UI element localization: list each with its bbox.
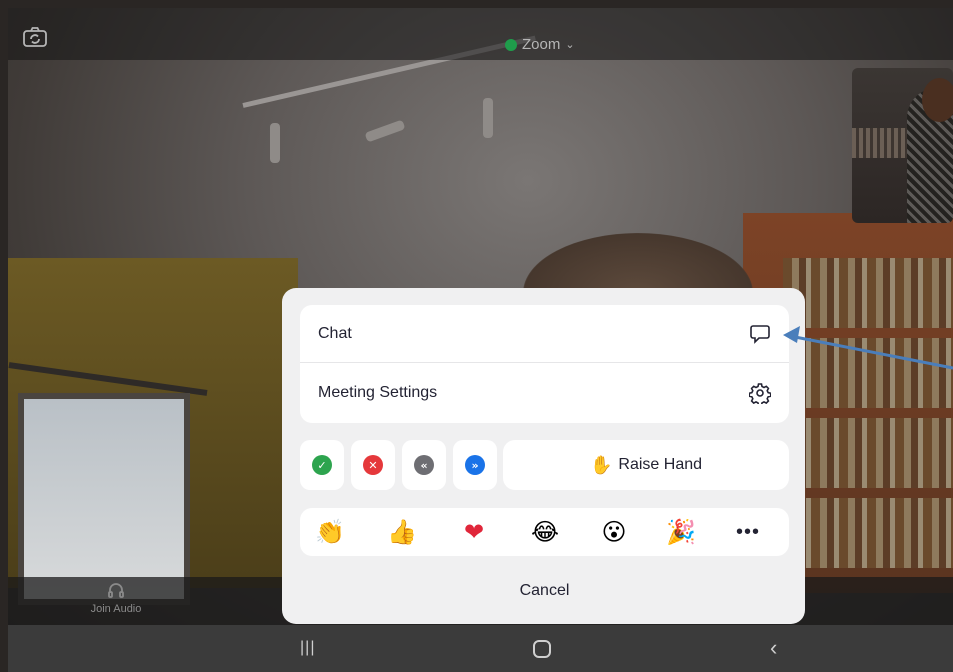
join-audio-button[interactable]: Join Audio — [86, 581, 146, 615]
raise-hand-label: Raise Hand — [618, 456, 703, 473]
gear-icon — [749, 383, 771, 404]
feedback-no-button[interactable]: ✕ — [351, 440, 395, 490]
feedback-yes-button[interactable]: ✓ — [300, 440, 344, 490]
bookshelf — [783, 418, 953, 488]
tada-emoji-button[interactable]: 🎉 — [663, 516, 699, 548]
chevron-down-icon: ⌄ — [565, 39, 575, 51]
meeting-title[interactable]: Zoom ⌄ — [505, 36, 575, 53]
secure-shield-icon — [505, 38, 517, 51]
bookshelf — [783, 498, 953, 568]
rewind-icon: « — [414, 455, 434, 475]
cancel-button[interactable]: Cancel — [300, 570, 789, 612]
nonverbal-feedback-row: ✓ ✕ « » ✋ Raise Hand — [300, 440, 789, 490]
chat-bubble-icon — [750, 324, 770, 344]
ceiling-lamp — [483, 98, 493, 138]
recent-apps-button[interactable]: ||| — [300, 636, 315, 660]
clap-emoji-button[interactable]: 👏 — [312, 516, 348, 548]
zoom-meeting-screen: Zoom ⌄ Join Audio ||| ‹ Chat Meeting Set — [0, 0, 953, 672]
cross-icon: ✕ — [363, 455, 383, 475]
meeting-settings-label: Meeting Settings — [318, 384, 438, 401]
thumbnail-person-face — [922, 78, 953, 122]
menu-card: Chat Meeting Settings — [300, 305, 789, 423]
join-audio-label: Join Audio — [90, 603, 142, 615]
bookshelf — [783, 258, 953, 328]
check-icon: ✓ — [312, 455, 332, 475]
bookshelf — [783, 338, 953, 408]
headphones-icon — [108, 583, 124, 598]
tears-of-joy-emoji-button[interactable]: 😂 — [527, 516, 563, 548]
back-button[interactable]: ‹ — [770, 636, 777, 660]
feedback-speed-up-button[interactable]: » — [453, 440, 497, 490]
meeting-title-label: Zoom — [522, 36, 561, 53]
room-window — [18, 393, 190, 605]
heart-emoji-button[interactable]: ❤ — [456, 516, 492, 548]
switch-camera-icon[interactable] — [22, 26, 48, 48]
home-button[interactable] — [533, 640, 551, 658]
android-nav-bar — [8, 625, 953, 672]
raised-hand-icon: ✋ — [589, 454, 613, 476]
raise-hand-button[interactable]: ✋ Raise Hand — [503, 440, 789, 490]
ceiling-lamp — [270, 123, 280, 163]
meeting-top-bar — [8, 8, 953, 60]
meeting-settings-menu-item[interactable]: Meeting Settings — [300, 364, 789, 422]
ceiling-lamp — [364, 119, 406, 143]
thumbs-up-emoji-button[interactable]: 👍 — [384, 516, 420, 548]
emoji-reactions-row: 👏 👍 ❤ 😂 😮 🎉 ••• — [300, 508, 789, 556]
more-options-sheet: Chat Meeting Settings ✓ ✕ « » ✋ Raise Ha… — [282, 288, 805, 624]
open-mouth-emoji-button[interactable]: 😮 — [596, 516, 632, 548]
chat-menu-item[interactable]: Chat — [300, 305, 789, 363]
self-view-thumbnail[interactable] — [852, 68, 953, 223]
fast-forward-icon: » — [465, 455, 485, 475]
more-emojis-button[interactable]: ••• — [728, 516, 768, 548]
thumbnail-bookshelf — [852, 128, 907, 158]
chat-menu-label: Chat — [318, 324, 352, 342]
feedback-slow-down-button[interactable]: « — [402, 440, 446, 490]
